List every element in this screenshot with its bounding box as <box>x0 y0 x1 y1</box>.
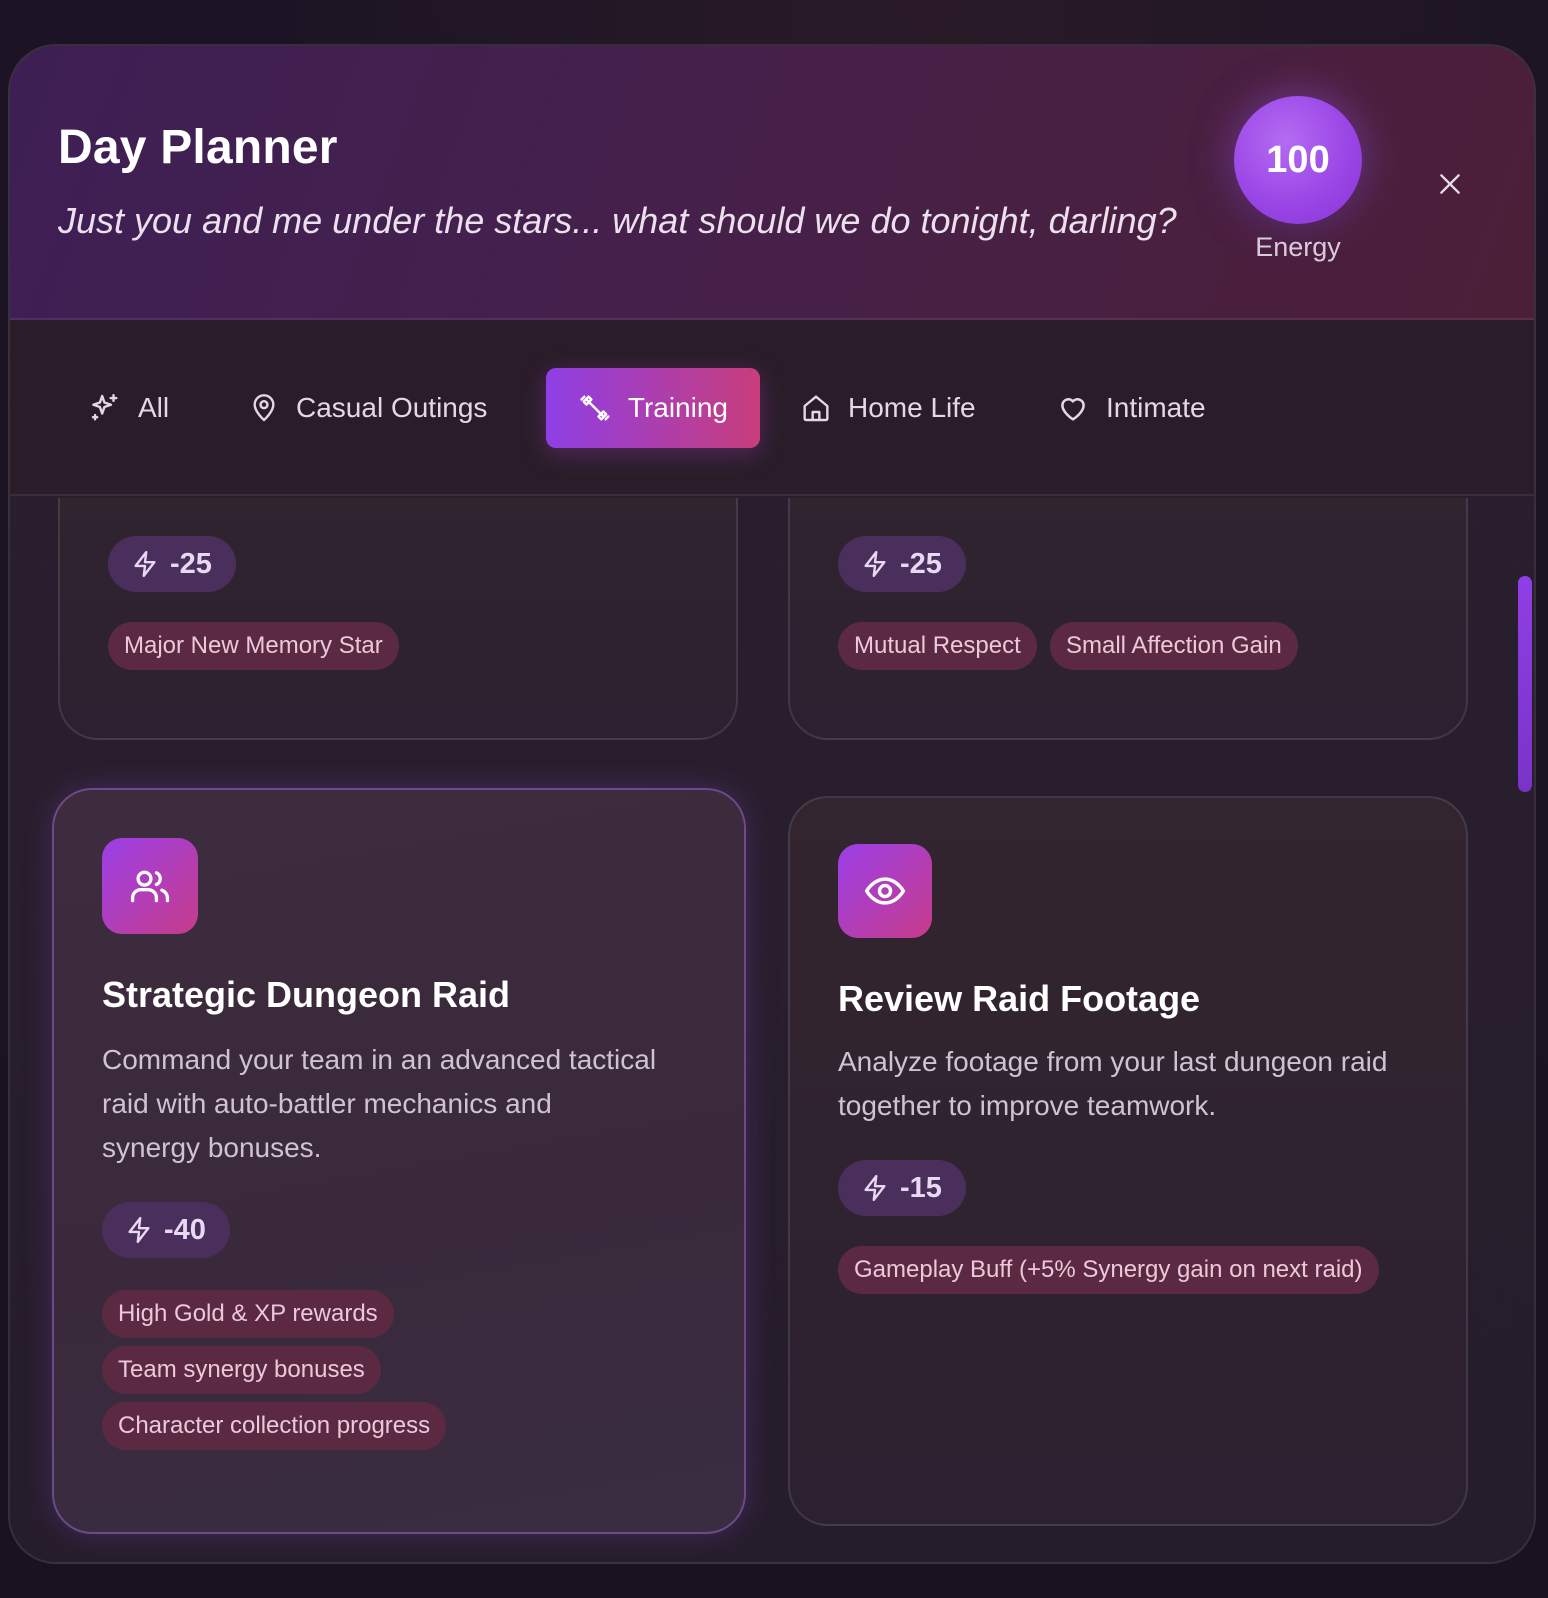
energy-cost: -25 <box>170 547 212 580</box>
close-button[interactable] <box>1430 164 1470 204</box>
lightning-icon <box>864 550 886 578</box>
description-line: together to improve teamwork. <box>838 1090 1217 1121</box>
reward-tag: Small Affection Gain <box>1050 622 1298 670</box>
page-subtitle: Just you and me under the stars... what … <box>58 200 1177 241</box>
heart-icon <box>1061 398 1085 421</box>
users-icon <box>130 870 170 903</box>
reward-tag: Major New Memory Star <box>108 622 399 670</box>
energy-cost-badge: -15 <box>838 1160 966 1216</box>
description-line: Command your team in an advanced tactica… <box>102 1044 657 1075</box>
energy-cost: -25 <box>900 547 942 580</box>
tab-training[interactable]: Training <box>546 368 760 448</box>
category-tabs: All Casual Outings Training Home Life In… <box>10 320 1534 496</box>
description-line: raid with auto-battler mechanics and <box>102 1088 552 1119</box>
lightning-icon <box>864 1174 886 1202</box>
day-planner-modal: Day Planner Just you and me under the st… <box>8 44 1536 1564</box>
tab-label: Home Life <box>848 392 976 423</box>
tab-home-life[interactable]: Home Life <box>768 368 1008 448</box>
dumbbell-icon <box>580 395 610 421</box>
tab-label: All <box>138 392 170 423</box>
tab-intimate[interactable]: Intimate <box>1024 368 1238 448</box>
energy-cost-badge: -25 <box>108 536 236 592</box>
energy-label: Energy <box>1255 232 1341 262</box>
tab-all[interactable]: All <box>56 368 201 448</box>
scrollbar-thumb[interactable] <box>1518 576 1532 792</box>
energy-orb: 100 <box>1234 96 1362 224</box>
reward-tag: Team synergy bonuses <box>102 1346 381 1394</box>
lightning-icon <box>134 550 156 578</box>
card-description: Analyze footage from your last dungeon r… <box>838 1040 1438 1128</box>
energy-cost-badge: -40 <box>102 1202 230 1258</box>
energy-cost-badge: -25 <box>838 536 966 592</box>
description-line: Analyze footage from your last dungeon r… <box>838 1046 1388 1077</box>
card-description: Command your team in an advanced tactica… <box>102 1038 712 1170</box>
activity-card-strategic-dungeon-raid[interactable]: Strategic Dungeon Raid Command your team… <box>52 788 746 1534</box>
page-title: Day Planner <box>58 121 338 174</box>
map-pin-icon <box>253 394 275 422</box>
lightning-icon <box>128 1216 150 1244</box>
reward-tag: High Gold & XP rewards <box>102 1290 394 1338</box>
reward-tag: Mutual Respect <box>838 622 1037 670</box>
card-title: Strategic Dungeon Raid <box>102 974 511 1015</box>
eye-icon <box>864 877 906 905</box>
tab-label: Training <box>627 392 728 423</box>
activity-card-review-raid-footage[interactable]: Review Raid Footage Analyze footage from… <box>788 796 1468 1526</box>
reward-tag: Gameplay Buff (+5% Synergy gain on next … <box>838 1246 1379 1294</box>
energy-cost: -40 <box>164 1213 206 1246</box>
activity-list: -25 Major New Memory Star -25 Mutual Res… <box>10 498 1534 1562</box>
sparkles-icon <box>91 394 118 421</box>
activity-card[interactable]: -25 Mutual Respect Small Affection Gain <box>788 498 1468 740</box>
home-icon <box>803 395 829 422</box>
tab-label: Casual Outings <box>296 392 488 423</box>
activity-card[interactable]: -25 Major New Memory Star <box>58 498 738 740</box>
close-icon <box>1440 174 1460 194</box>
card-icon-container <box>102 838 198 934</box>
energy-cost: -15 <box>900 1171 942 1204</box>
card-icon-container <box>838 844 932 938</box>
description-line: synergy bonuses. <box>102 1132 322 1163</box>
modal-header: Day Planner Just you and me under the st… <box>10 46 1534 320</box>
reward-tag: Character collection progress <box>102 1402 447 1450</box>
energy-value: 100 <box>1266 138 1330 181</box>
tab-casual-outings[interactable]: Casual Outings <box>216 368 519 448</box>
card-title: Review Raid Footage <box>838 978 1201 1019</box>
tab-label: Intimate <box>1106 392 1206 423</box>
